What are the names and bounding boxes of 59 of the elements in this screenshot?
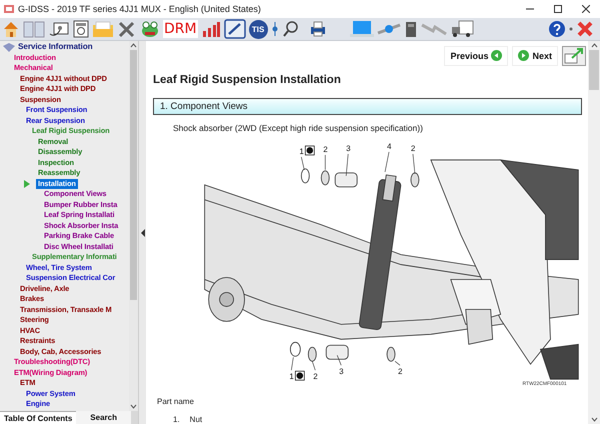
torque-icon (304, 146, 315, 156)
splitter-handle[interactable] (138, 41, 146, 424)
pin-icon[interactable] (270, 19, 279, 39)
window-title: G-IDSS - 2019 TF series 4JJ1 MUX - English (United States) (18, 4, 262, 14)
callout-number: 3 (339, 367, 344, 376)
expand-icon[interactable] (562, 46, 586, 66)
callout-number: 2 (323, 144, 328, 154)
callout-number: 2 (410, 144, 416, 153)
page-heading: Leaf Rigid Suspension Installation (153, 74, 342, 86)
leader-line (324, 154, 326, 170)
part-name: Nut (190, 415, 202, 424)
scrollbar-thumb[interactable] (589, 50, 599, 90)
app-icon (4, 5, 14, 13)
tis-button[interactable]: TIS (248, 20, 268, 38)
leader-line (394, 360, 400, 366)
bar-chart-icon[interactable] (200, 19, 221, 39)
sidebar-tab[interactable]: Table Of Contents (0, 411, 76, 424)
help-icon[interactable] (548, 19, 566, 39)
previous-button[interactable]: Previous (444, 46, 508, 66)
device-icon[interactable] (404, 19, 418, 39)
part-name-label: Part name (157, 397, 195, 406)
document-icon[interactable] (73, 19, 89, 39)
callout-number: 3 (346, 144, 351, 153)
callout-number: 1 (289, 372, 294, 382)
leader-line (301, 156, 305, 170)
callout-number: 1 (299, 146, 304, 156)
leader-line (384, 152, 390, 172)
laptop-icon[interactable] (350, 19, 374, 39)
section-header: 1. Component Views (153, 98, 582, 115)
truck-icon[interactable] (450, 19, 474, 39)
tree-item[interactable]: Service Information (16, 42, 95, 52)
frog-icon[interactable] (140, 19, 160, 39)
scroll-up-icon[interactable] (590, 41, 598, 50)
scroll-up-icon[interactable] (129, 41, 138, 50)
search-icon[interactable] (282, 19, 300, 39)
leader-line (412, 154, 416, 174)
scroll-down-icon[interactable] (590, 415, 598, 424)
content-scrollbar[interactable] (588, 41, 600, 424)
leader-line (346, 154, 348, 176)
leader-line (312, 360, 316, 370)
torque-icon (294, 370, 305, 380)
scroll-down-icon[interactable] (129, 402, 138, 411)
figure-caption: Shock absorber (2WD (Except high ride suspension specification)) (173, 122, 424, 133)
callout-number: 2 (313, 372, 318, 382)
printer-icon[interactable] (308, 19, 327, 39)
tree-marker-icon (24, 180, 30, 188)
maximize-icon[interactable] (554, 5, 562, 13)
sidebar-tab[interactable]: Search (76, 411, 131, 424)
leader-line (336, 354, 342, 366)
part-number: 1. (173, 415, 180, 424)
leader-line (291, 356, 294, 370)
callout-number: 4 (387, 142, 392, 151)
home-icon[interactable] (2, 19, 20, 39)
scrollbar-thumb[interactable] (130, 50, 137, 300)
callout-number: 2 (398, 367, 402, 376)
tree-scrollbar[interactable] (129, 41, 138, 411)
next-button[interactable]: Next (512, 46, 558, 66)
close-icon[interactable] (582, 5, 590, 13)
drm-button[interactable]: DRM (163, 20, 198, 38)
